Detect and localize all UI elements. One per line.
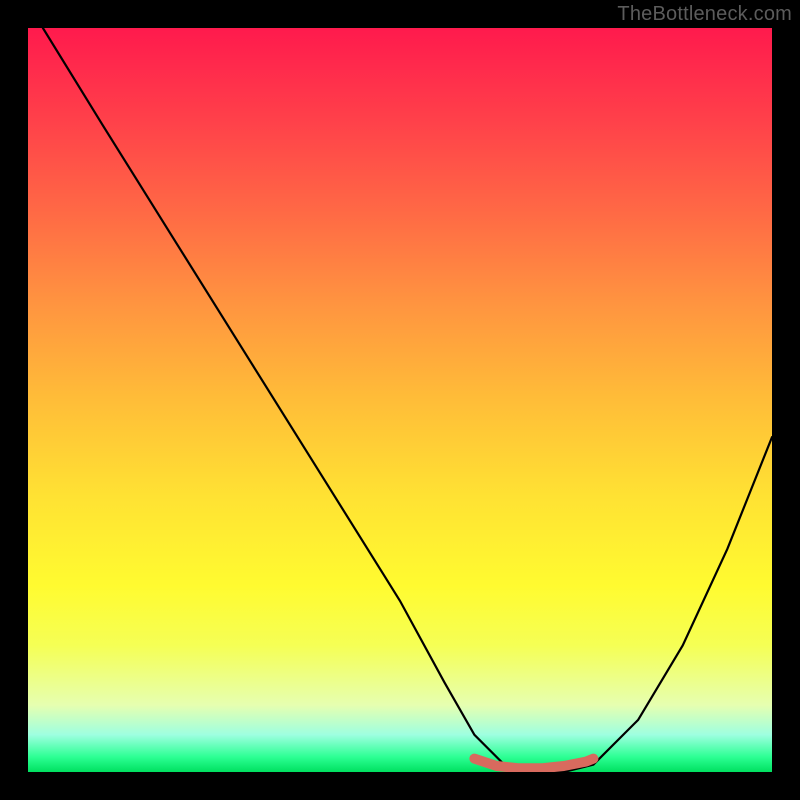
plot-area <box>28 28 772 772</box>
flat-bottom-marker <box>474 759 593 769</box>
chart-svg <box>28 28 772 772</box>
bottleneck-curve <box>43 28 772 772</box>
attribution-text: TheBottleneck.com <box>617 3 792 26</box>
chart-frame: TheBottleneck.com <box>0 0 800 800</box>
